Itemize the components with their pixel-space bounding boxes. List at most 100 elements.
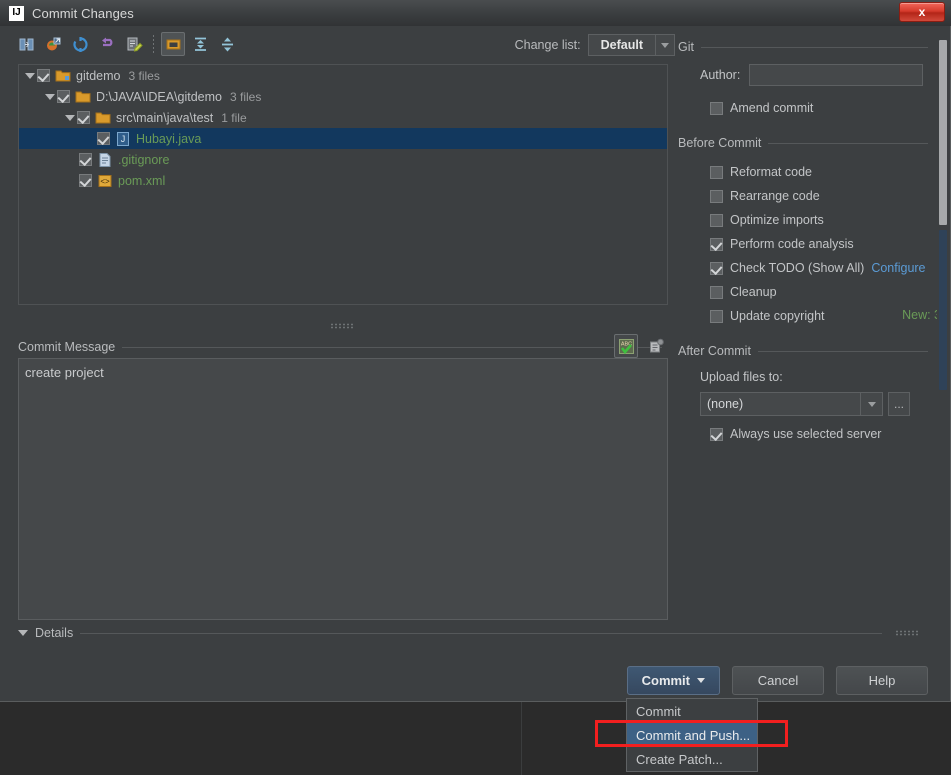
cleanup-row[interactable]: Cleanup [710,280,928,304]
check-todo-row[interactable]: Check TODO (Show All) Configure [710,256,928,280]
table-row[interactable]: gitdemo 3 files [19,65,667,86]
dialog-titlebar[interactable]: Commit Changes x [0,0,951,26]
optimize-imports-label: Optimize imports [730,213,824,227]
cleanup-checkbox[interactable] [710,285,723,299]
row-checkbox[interactable] [77,111,90,124]
commit-changes-dialog: Commit Changes x [0,0,951,702]
rearrange-code-label: Rearrange code [730,189,820,203]
tree-row-label: gitdemo [76,68,121,83]
perform-code-analysis-row[interactable]: Perform code analysis [710,232,928,256]
help-button[interactable]: Help [836,666,928,695]
xml-file-icon: <> [97,173,113,189]
expand-all-icon[interactable] [188,32,212,56]
rollback-icon[interactable] [95,32,119,56]
chevron-down-icon[interactable] [43,93,57,100]
divider [122,346,662,348]
commit-message-input[interactable] [18,358,668,620]
reformat-code-row[interactable]: Reformat code [710,160,928,184]
changelist-value: Default [600,38,643,52]
configure-link[interactable]: Configure [871,261,925,275]
commit-message-label: Commit Message [18,340,116,354]
toolbar-icon-group [14,32,239,56]
chevron-down-icon[interactable] [63,114,77,121]
after-commit-group-header: After Commit [678,344,928,358]
tree-row-label: pom.xml [118,173,166,188]
table-row[interactable]: D:\JAVA\IDEA\gitdemo 3 files [19,86,667,107]
rearrange-code-checkbox[interactable] [710,189,723,203]
update-copyright-checkbox[interactable] [710,309,723,323]
commit-button-label: Commit [641,673,690,688]
before-commit-options: Reformat code Rearrange code Optimize im… [678,160,928,328]
rearrange-code-row[interactable]: Rearrange code [710,184,928,208]
background-vertical-divider [521,702,522,775]
optimize-imports-checkbox[interactable] [710,213,723,227]
menu-item-commit-and-push[interactable]: Commit and Push... [627,723,757,747]
details-label: Details [35,626,74,640]
upload-target-combo[interactable]: (none) [700,392,883,416]
always-use-server-checkbox[interactable] [710,427,723,441]
before-commit-group-header: Before Commit [678,136,928,150]
table-row[interactable]: .gitignore [19,149,667,170]
git-group-header: Git [678,40,928,54]
tree-row-label: D:\JAVA\IDEA\gitdemo [96,89,222,104]
chevron-down-icon[interactable] [18,630,28,636]
chevron-down-icon[interactable] [697,678,705,683]
optimize-imports-row[interactable]: Optimize imports [710,208,928,232]
row-checkbox[interactable] [79,153,92,166]
amend-commit-checkbox-row[interactable]: Amend commit [678,96,928,120]
group-by-directory-icon[interactable] [161,32,185,56]
check-todo-label: Check TODO (Show All) [730,261,865,275]
commit-message-header: Commit Message ABC [18,334,668,358]
author-field[interactable] [749,64,924,86]
options-scrollbar[interactable] [937,40,948,390]
spellcheck-icon[interactable]: ABC [614,334,638,358]
folder-icon [75,89,91,105]
scrollbar-thumb[interactable] [939,40,947,225]
author-label: Author: [700,68,741,82]
always-use-server-row[interactable]: Always use selected server [700,422,928,446]
check-todo-checkbox[interactable] [710,261,723,275]
reformat-code-label: Reformat code [730,165,812,179]
perform-code-analysis-checkbox[interactable] [710,237,723,251]
table-row[interactable]: <> pom.xml [19,170,667,191]
dialog-button-row: Commit Cancel Help [626,666,928,695]
commit-button[interactable]: Commit [626,666,720,695]
upload-files-label: Upload files to: [700,370,783,384]
after-commit-options: Upload files to: (none) ... Always use s… [678,368,928,446]
scrollbar-track-lower[interactable] [939,230,947,390]
commit-history-icon[interactable] [644,334,668,358]
perform-code-analysis-label: Perform code analysis [730,237,854,251]
chevron-down-icon[interactable] [23,72,37,79]
chevron-down-icon[interactable] [655,35,674,55]
row-checkbox[interactable] [57,90,70,103]
chevron-down-icon[interactable] [860,393,882,415]
upload-target-row: (none) ... [700,392,928,416]
amend-commit-checkbox[interactable] [710,101,723,115]
browse-servers-button[interactable]: ... [888,392,910,416]
menu-item-commit[interactable]: Commit [627,699,757,723]
row-checkbox[interactable] [37,69,50,82]
show-diff-icon[interactable] [14,32,38,56]
details-grip[interactable] [895,630,919,636]
refresh-icon[interactable] [68,32,92,56]
update-copyright-row[interactable]: Update copyright [710,304,928,328]
changed-files-tree[interactable]: gitdemo 3 files D:\JAVA\IDEA\gitdemo 3 f… [18,64,668,305]
row-checkbox[interactable] [79,174,92,187]
collapse-all-icon[interactable] [215,32,239,56]
horizontal-splitter[interactable] [330,323,354,329]
menu-item-create-patch[interactable]: Create Patch... [627,747,757,771]
update-copyright-label: Update copyright [730,309,825,323]
tree-row-count: 1 file [221,110,247,125]
table-row[interactable]: src\main\java\test 1 file [19,107,667,128]
revert-icon[interactable] [41,32,65,56]
before-commit-group-title: Before Commit [678,136,762,150]
edit-source-icon[interactable] [122,32,146,56]
changelist-combo[interactable]: Default [587,34,675,56]
intellij-logo-icon [9,5,24,21]
close-icon[interactable]: x [899,2,945,22]
tree-row-count: 3 files [229,89,262,104]
table-row[interactable]: J Hubayi.java [19,128,667,149]
cancel-button[interactable]: Cancel [732,666,824,695]
row-checkbox[interactable] [97,132,110,145]
reformat-code-checkbox[interactable] [710,165,723,179]
